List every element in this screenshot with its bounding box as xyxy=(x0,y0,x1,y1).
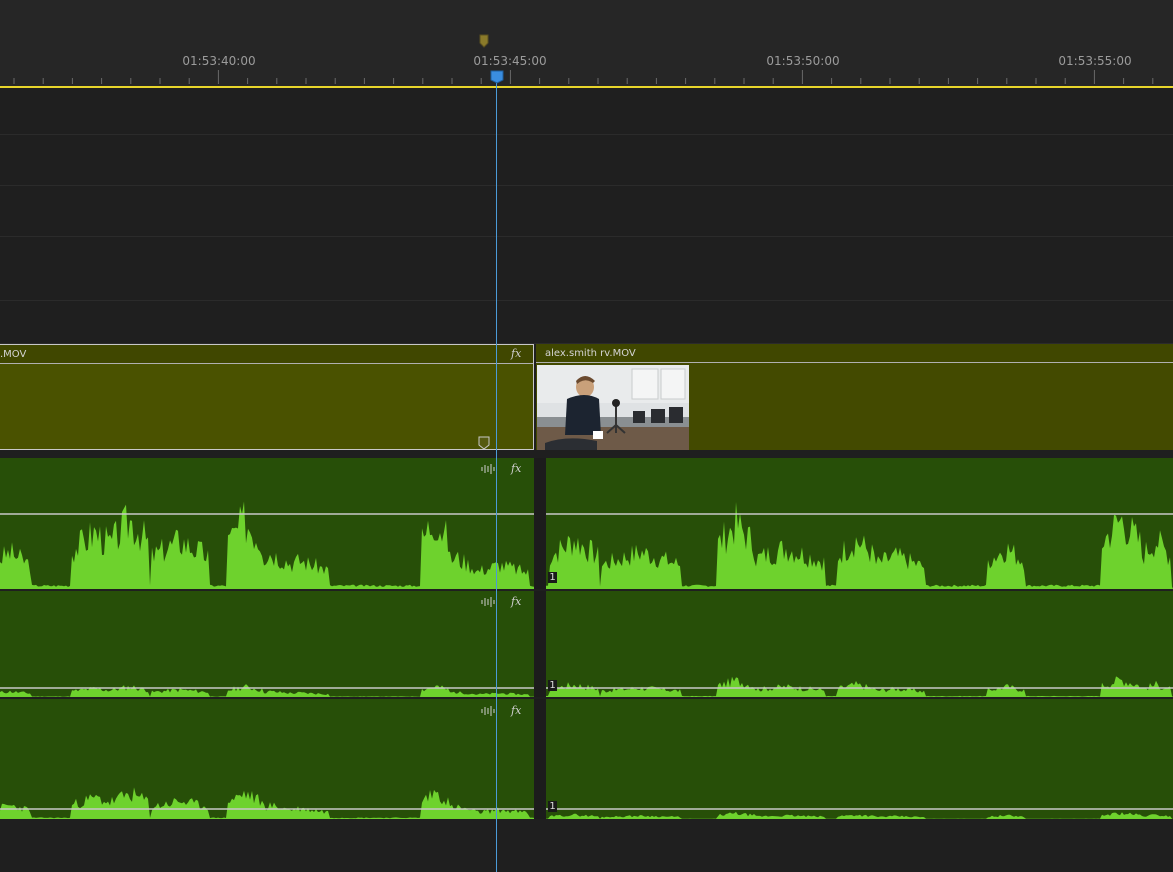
ruler-ticks xyxy=(13,70,1154,84)
audio-clip[interactable]: 1 xyxy=(546,458,1173,589)
marker-icon[interactable] xyxy=(478,436,490,450)
audio-clip[interactable]: 1 xyxy=(546,591,1173,697)
audio-clip[interactable]: fx xyxy=(0,699,534,819)
timecode-label: 01:53:50:00 xyxy=(766,54,840,68)
channel-badge: 1 xyxy=(548,680,557,691)
audio-waveform xyxy=(0,787,534,819)
channel-badge: 1 xyxy=(548,572,557,583)
audio-waveform xyxy=(546,808,1173,819)
video-track-empty[interactable] xyxy=(0,135,1173,186)
audio-waveform xyxy=(0,684,534,697)
clip-gap xyxy=(534,699,546,819)
video-clip[interactable]: alex.smith rv.MOV xyxy=(536,344,1173,450)
clip-header: alex.smith rv.MOV xyxy=(536,344,1173,363)
marker-icon[interactable] xyxy=(479,34,489,48)
audio-clip[interactable]: 1 xyxy=(546,699,1173,819)
video-track-empty[interactable] xyxy=(0,301,1173,344)
audio-waveform xyxy=(546,502,1173,589)
clip-thumbnail xyxy=(537,365,689,450)
fx-badge[interactable]: fx xyxy=(511,347,521,360)
video-track-empty[interactable] xyxy=(0,186,1173,237)
audio-clip[interactable]: fx xyxy=(0,458,534,589)
video-clip[interactable]: .MOV fx xyxy=(0,344,534,450)
audio-waveform xyxy=(0,501,534,589)
video-track-empty[interactable] xyxy=(0,88,1173,135)
clip-name: alex.smith rv.MOV xyxy=(545,348,636,359)
clip-gap xyxy=(534,458,546,589)
playhead-line[interactable] xyxy=(496,80,497,872)
timecode-label: 01:53:55:00 xyxy=(1058,54,1132,68)
playhead-handle[interactable] xyxy=(490,70,504,84)
audio-clip[interactable]: fx xyxy=(0,591,534,697)
audio-waveform xyxy=(546,676,1173,697)
clip-gap xyxy=(534,591,546,697)
clip-header: .MOV fx xyxy=(0,345,533,364)
timecode-label: 01:53:40:00 xyxy=(182,54,256,68)
clip-name: .MOV xyxy=(0,349,27,360)
video-track-empty[interactable] xyxy=(0,237,1173,301)
timecode-label: 01:53:45:00 xyxy=(473,54,547,68)
channel-badge: 1 xyxy=(548,801,557,812)
